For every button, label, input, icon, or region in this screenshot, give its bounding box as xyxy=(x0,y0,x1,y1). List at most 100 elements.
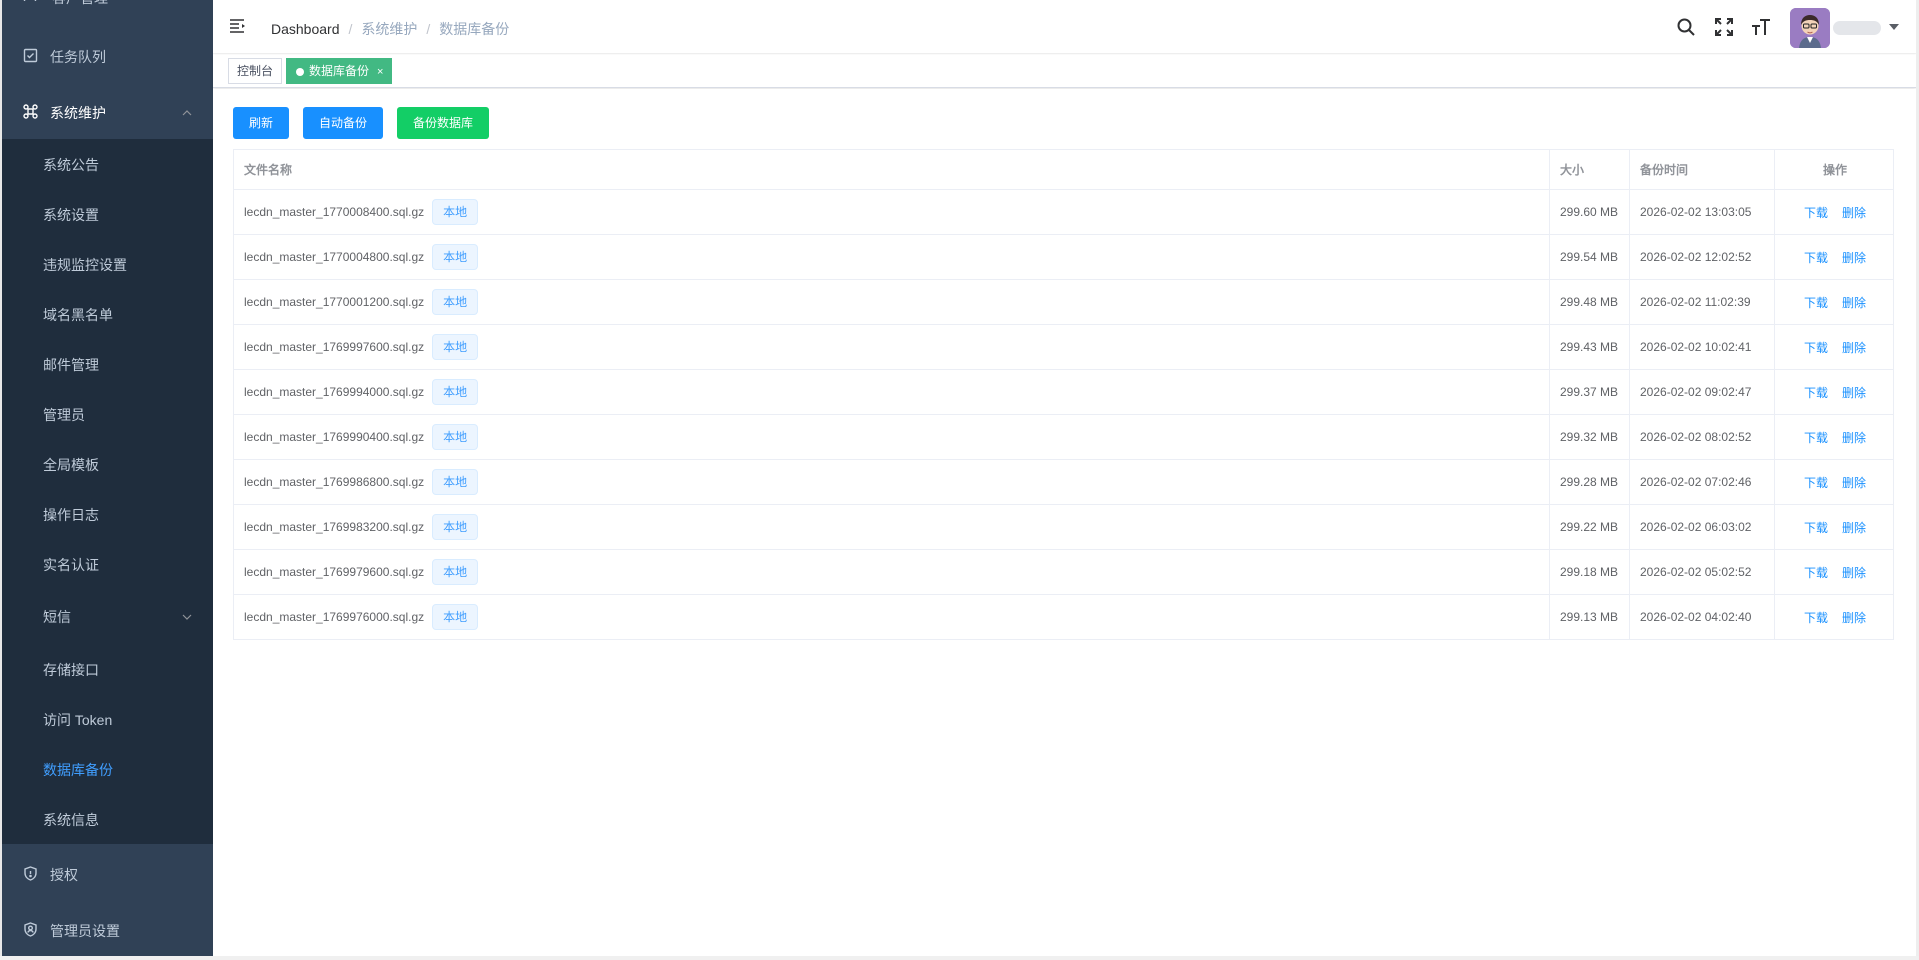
delete-link[interactable]: 删除 xyxy=(1842,384,1866,401)
sidebar-item-domain-blacklist[interactable]: 域名黑名单 xyxy=(2,289,213,339)
sidebar-item-system-settings[interactable]: 系统设置 xyxy=(2,189,213,239)
fullscreen-icon[interactable] xyxy=(1714,17,1734,37)
delete-link[interactable]: 删除 xyxy=(1842,519,1866,536)
download-link[interactable]: 下载 xyxy=(1804,564,1828,581)
sidebar-item-label: 违规监控设置 xyxy=(43,257,127,273)
cell-size: 299.22 MB xyxy=(1549,505,1629,549)
cell-size: 299.60 MB xyxy=(1549,190,1629,234)
file-name: lecdn_master_1769983200.sql.gz xyxy=(244,520,425,534)
command-icon xyxy=(23,104,38,119)
sidebar-item-label: 系统信息 xyxy=(43,812,99,828)
delete-link[interactable]: 删除 xyxy=(1842,474,1866,491)
location-badge: 本地 xyxy=(432,199,479,225)
cell-filename: lecdn_master_1769979600.sql.gz 本地 xyxy=(234,550,1549,594)
sidebar-item-label: 存储接口 xyxy=(43,662,99,678)
sidebar-item-customer-management[interactable]: 客户管理 xyxy=(2,0,213,8)
sidebar-item-label: 系统公告 xyxy=(43,157,99,173)
sidebar-item-label: 操作日志 xyxy=(43,507,99,523)
sidebar-item-violation-monitor[interactable]: 违规监控设置 xyxy=(2,239,213,289)
delete-link[interactable]: 删除 xyxy=(1842,564,1866,581)
tag-db-backup[interactable]: 数据库备份 × xyxy=(286,58,393,84)
sidebar-item-license[interactable]: 授权 xyxy=(2,846,213,902)
download-link[interactable]: 下载 xyxy=(1804,384,1828,401)
sidebar-item-sms[interactable]: 短信 xyxy=(2,591,213,641)
table-row: lecdn_master_1769997600.sql.gz 本地 299.43 M… xyxy=(234,325,1893,370)
header-size: 大小 xyxy=(1549,150,1629,189)
download-link[interactable]: 下载 xyxy=(1804,429,1828,446)
tag-label: 数据库备份 xyxy=(309,64,370,78)
cell-size: 299.37 MB xyxy=(1549,370,1629,414)
sidebar-item-system-info[interactable]: 系统信息 xyxy=(2,794,213,844)
auto-backup-button[interactable]: 自动备份 xyxy=(303,107,383,139)
refresh-button[interactable]: 刷新 xyxy=(233,107,289,139)
sidebar-item-task-queue[interactable]: 任务队列 xyxy=(2,28,213,84)
cell-filename: lecdn_master_1769986800.sql.gz 本地 xyxy=(234,460,1549,504)
download-link[interactable]: 下载 xyxy=(1804,204,1828,221)
sidebar-item-access-token[interactable]: 访问 Token xyxy=(2,694,213,744)
delete-link[interactable]: 删除 xyxy=(1842,249,1866,266)
sidebar-item-label: 全局模板 xyxy=(43,457,99,473)
navbar-right xyxy=(1676,0,1916,54)
cell-time: 2026-02-02 11:02:39 xyxy=(1629,280,1774,324)
header-time: 备份时间 xyxy=(1629,150,1774,189)
user-icon xyxy=(23,0,37,2)
cell-actions: 下载 删除 xyxy=(1774,280,1895,324)
location-badge: 本地 xyxy=(432,379,479,405)
sidebar-item-system-maintenance[interactable]: 系统维护 xyxy=(2,84,213,140)
sidebar-item-admins[interactable]: 管理员 xyxy=(2,389,213,439)
sidebar-item-db-backup[interactable]: 数据库备份 xyxy=(2,744,213,794)
delete-link[interactable]: 删除 xyxy=(1842,294,1866,311)
download-link[interactable]: 下载 xyxy=(1804,249,1828,266)
download-link[interactable]: 下载 xyxy=(1804,474,1828,491)
download-link[interactable]: 下载 xyxy=(1804,609,1828,626)
delete-link[interactable]: 删除 xyxy=(1842,204,1866,221)
sidebar-item-operation-log[interactable]: 操作日志 xyxy=(2,489,213,539)
breadcrumb-item-dashboard[interactable]: Dashboard xyxy=(271,21,340,37)
cell-filename: lecdn_master_1769976000.sql.gz 本地 xyxy=(234,595,1549,639)
font-size-icon[interactable] xyxy=(1751,17,1771,37)
table-row: lecdn_master_1770001200.sql.gz 本地 299.48 M… xyxy=(234,280,1893,325)
delete-link[interactable]: 删除 xyxy=(1842,609,1866,626)
download-link[interactable]: 下载 xyxy=(1804,294,1828,311)
cell-actions: 下载 删除 xyxy=(1774,460,1895,504)
hamburger-icon[interactable] xyxy=(229,18,247,34)
sidebar-item-mail[interactable]: 邮件管理 xyxy=(2,339,213,389)
cell-filename: lecdn_master_1769983200.sql.gz 本地 xyxy=(234,505,1549,549)
search-icon[interactable] xyxy=(1676,17,1696,37)
window-edge-bottom xyxy=(0,956,1919,960)
caret-down-icon[interactable] xyxy=(1889,24,1899,30)
location-badge: 本地 xyxy=(432,559,479,585)
sidebar-item-admin-settings[interactable]: 管理员设置 xyxy=(2,902,213,956)
download-link[interactable]: 下载 xyxy=(1804,519,1828,536)
cell-actions: 下载 删除 xyxy=(1774,325,1895,369)
sidebar-item-announcement[interactable]: 系统公告 xyxy=(2,139,213,189)
tag-console[interactable]: 控制台 xyxy=(228,58,283,84)
file-name: lecdn_master_1770008400.sql.gz xyxy=(244,205,425,219)
location-badge: 本地 xyxy=(432,289,479,315)
sidebar-item-label: 短信 xyxy=(43,609,71,625)
active-dot-icon xyxy=(296,68,304,76)
cell-actions: 下载 删除 xyxy=(1774,190,1895,234)
cell-time: 2026-02-02 12:02:52 xyxy=(1629,235,1774,279)
sidebar-item-label: 域名黑名单 xyxy=(43,307,113,323)
delete-link[interactable]: 删除 xyxy=(1842,339,1866,356)
table-row: lecdn_master_1769994000.sql.gz 本地 299.37 M… xyxy=(234,370,1893,415)
delete-link[interactable]: 删除 xyxy=(1842,429,1866,446)
sidebar-item-real-name[interactable]: 实名认证 xyxy=(2,539,213,589)
sidebar-item-storage[interactable]: 存储接口 xyxy=(2,644,213,694)
location-badge: 本地 xyxy=(432,604,479,630)
sidebar-item-global-template[interactable]: 全局模板 xyxy=(2,439,213,489)
shield-icon xyxy=(23,866,38,881)
cell-size: 299.18 MB xyxy=(1549,550,1629,594)
download-link[interactable]: 下载 xyxy=(1804,339,1828,356)
main-content: 刷新 自动备份 备份数据库 文件名称 大小 备份时间 操作 lecdn_mast… xyxy=(213,89,1916,956)
avatar[interactable] xyxy=(1790,8,1830,48)
file-name: lecdn_master_1769976000.sql.gz xyxy=(244,610,425,624)
backup-database-button[interactable]: 备份数据库 xyxy=(397,107,489,139)
sidebar-submenu: 系统公告 系统设置 违规监控设置 域名黑名单 邮件管理 管理员 全局模板 操作日… xyxy=(2,139,213,844)
table-header: 文件名称 大小 备份时间 操作 xyxy=(234,150,1893,190)
table-row: lecdn_master_1769990400.sql.gz 本地 299.32 M… xyxy=(234,415,1893,460)
close-icon[interactable]: × xyxy=(377,66,383,78)
cell-actions: 下载 删除 xyxy=(1774,235,1895,279)
cell-size: 299.13 MB xyxy=(1549,595,1629,639)
